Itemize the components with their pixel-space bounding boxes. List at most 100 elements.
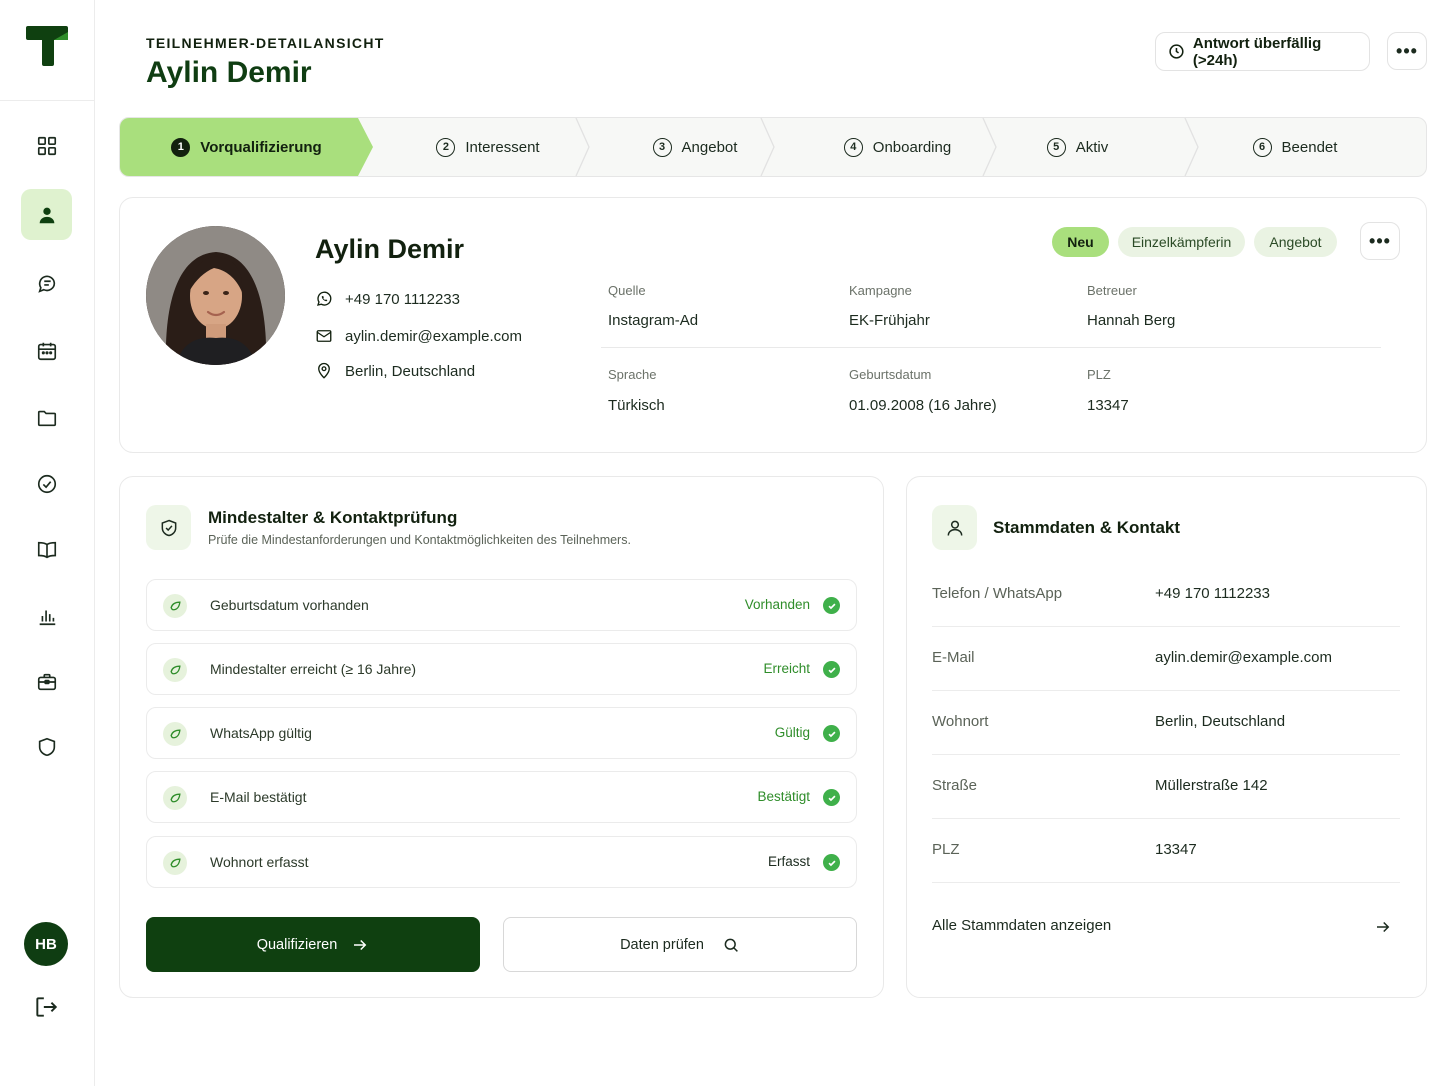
book-icon [37,541,56,558]
step-number: 4 [843,137,863,157]
contact-value: 13347 [1155,841,1197,858]
contact-section-icon [932,505,977,550]
tag-angebot[interactable]: Angebot [1254,227,1337,257]
step-separator [1184,118,1199,176]
step-vorqualifizierung[interactable]: 1 Vorqualifizierung [120,118,373,176]
sidebar-item-reports[interactable] [21,590,72,641]
profile-email[interactable]: aylin.demir@example.com [315,327,522,345]
qualify-button-label: Qualifizieren [256,936,338,953]
arrow-right-icon [1377,921,1390,933]
step-number: 2 [436,137,456,157]
contact-row-strasse: Straße Müllerstraße 142 [932,755,1400,819]
clock-icon [1169,44,1184,59]
meta-value-geburtsdatum: 01.09.2008 (16 Jahre) [849,397,997,414]
user-outline-icon [947,520,962,536]
sidebar-item-dashboard[interactable] [21,120,72,171]
header-more-button[interactable]: ••• [1387,32,1427,70]
sidebar-item-calendar[interactable] [21,325,72,376]
profile-name: Aylin Demir [315,234,465,264]
sidebar-item-security[interactable] [21,721,72,772]
profile-more-button[interactable]: ••• [1360,222,1400,260]
check-row-geburtsdatum: Geburtsdatum vorhanden Vorhanden [146,579,857,631]
check-leaf-icon [163,722,187,746]
profile-phone[interactable]: +49 170 1112233 [315,290,460,308]
profile-location: Berlin, Deutschland [315,362,475,380]
sidebar-item-messages[interactable] [21,258,72,309]
tag-einzelkaempferin[interactable]: Einzelkämpferin [1118,227,1245,257]
more-horizontal-icon: ••• [1396,40,1418,61]
step-number: 3 [652,137,672,157]
step-interessent[interactable]: 2 Interessent [373,118,603,176]
calendar-icon [37,342,56,360]
step-label: Interessent [465,138,540,156]
step-beendet[interactable]: 6 Beendet [1200,118,1390,176]
check-ok-icon [823,661,840,678]
check-label: Mindestalter erreicht (≥ 16 Jahre) [210,661,417,677]
pipeline-stepper: 1 Vorqualifizierung 2 Interessent 3 Ange… [119,117,1427,177]
qualify-button[interactable]: Qualifizieren [146,917,480,972]
check-row-mindestalter: Mindestalter erreicht (≥ 16 Jahre) Errei… [146,643,857,695]
meta-divider [601,347,1381,348]
meta-value-kampagne: EK-Frühjahr [849,312,930,329]
logout-icon[interactable] [33,994,59,1020]
step-number: 1 [171,137,191,157]
shield-check-icon [161,519,176,536]
contact-value[interactable]: aylin.demir@example.com [1155,649,1332,666]
check-status: Erreicht [763,661,810,676]
step-label: Beendet [1281,138,1338,156]
checks-subtitle: Prüfe die Mindestanforderungen und Konta… [208,533,631,547]
user-avatar[interactable]: HB [24,922,68,966]
chat-icon [37,275,55,293]
check-row-wohnort: Wohnort erfasst Erfasst [146,836,857,888]
check-label: WhatsApp gültig [210,725,312,741]
contact-value: Berlin, Deutschland [1155,713,1286,730]
step-angebot[interactable]: 3 Angebot [590,118,800,176]
overdue-status-button[interactable]: Antwort überfällig (>24h) [1155,32,1370,71]
step-label: Onboarding [872,138,952,156]
check-status: Erfasst [767,854,810,869]
user-icon [39,207,54,223]
check-leaf-icon [163,594,187,618]
arrow-right-icon [354,939,367,950]
check-label: Wohnort erfasst [210,854,309,870]
dashboard-grid-icon [37,136,56,155]
step-number: 5 [1046,137,1066,157]
all-stammdaten-link[interactable]: Alle Stammdaten anzeigen [932,917,1400,937]
shield-icon [38,737,55,756]
brand-logo[interactable] [24,24,70,68]
check-label: Geburtsdatum vorhanden [210,597,369,613]
sidebar-item-tasks[interactable] [21,458,72,509]
step-label: Aktiv [1075,138,1109,156]
contact-value[interactable]: +49 170 1112233 [1155,585,1270,602]
check-leaf-icon [163,658,187,682]
check-status: Bestätigt [757,789,810,804]
folder-icon [37,410,56,426]
step-number: 6 [1252,137,1272,157]
all-stammdaten-label: Alle Stammdaten anzeigen [932,917,1112,934]
meta-value-betreuer: Hannah Berg [1087,312,1176,329]
step-aktiv[interactable]: 5 Aktiv [1000,118,1155,176]
contact-key: PLZ [932,841,960,858]
sidebar-item-jobs[interactable] [21,656,72,707]
more-horizontal-icon: ••• [1369,230,1391,251]
meta-value-sprache: Türkisch [608,397,665,414]
sidebar-item-documents[interactable] [21,392,72,443]
sidebar-item-knowledge[interactable] [21,524,72,575]
contact-row-phone: Telefon / WhatsApp +49 170 1112233 [932,563,1400,627]
check-data-button[interactable]: Daten prüfen [503,917,857,972]
search-icon [724,938,738,952]
whatsapp-icon [316,291,332,306]
contact-key: Telefon / WhatsApp [932,585,1063,602]
step-label: Angebot [681,138,738,156]
bar-chart-icon [39,610,55,625]
sidebar-item-participants[interactable] [21,189,72,240]
check-data-button-label: Daten prüfen [620,936,704,953]
page-eyebrow: TEILNEHMER-DETAILANSICHT [146,35,385,51]
tag-neu[interactable]: Neu [1052,227,1109,257]
meta-label-betreuer: Betreuer [1087,283,1137,298]
meta-label-geburtsdatum: Geburtsdatum [849,367,932,382]
meta-label-kampagne: Kampagne [849,283,912,298]
meta-label-quelle: Quelle [608,283,646,298]
check-leaf-icon [163,786,187,810]
step-onboarding[interactable]: 4 Onboarding [775,118,1020,176]
